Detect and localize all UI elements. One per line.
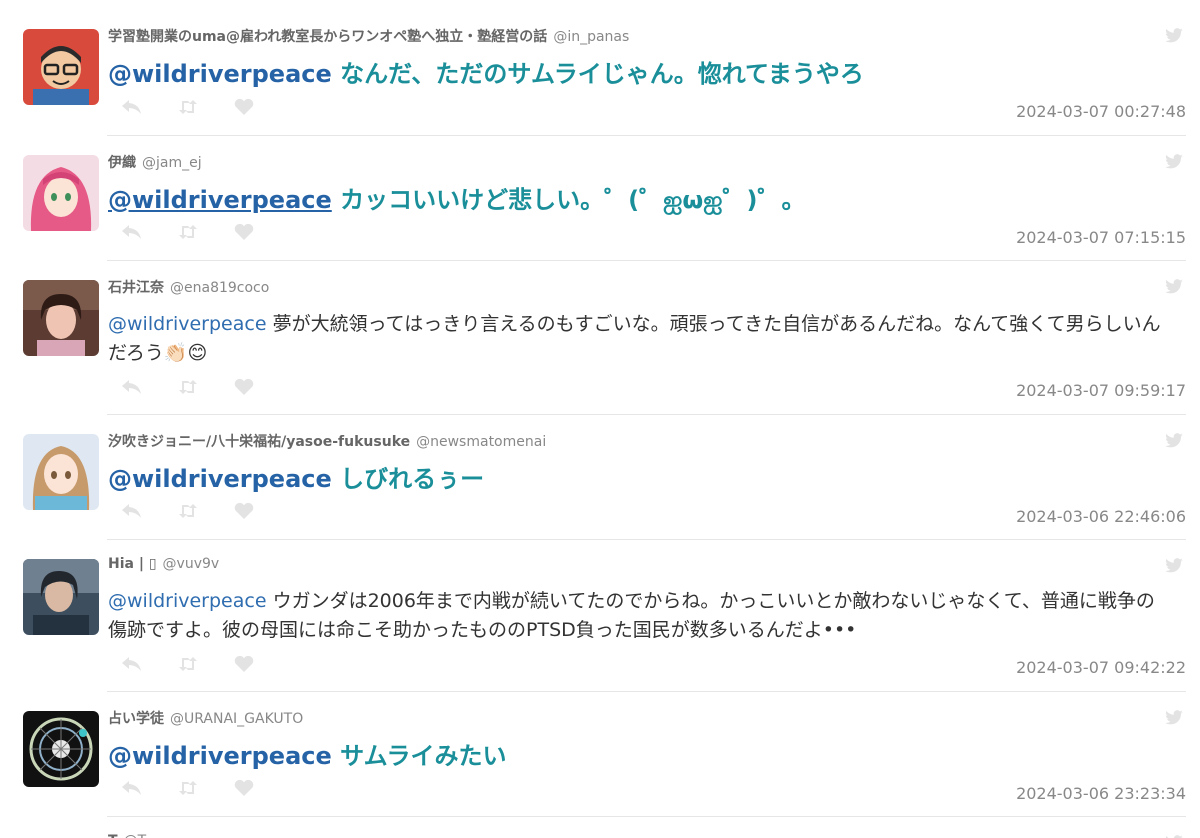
reply-icon[interactable] — [121, 223, 143, 241]
mention-link[interactable]: @wildriverpeace — [108, 465, 332, 493]
timestamp[interactable]: 2024-03-07 00:27:48 — [1016, 102, 1186, 121]
avatar[interactable] — [23, 434, 99, 510]
user-handle[interactable]: @newsmatomenai — [416, 434, 546, 450]
user-name[interactable]: 占い学徒 — [108, 711, 164, 727]
timestamp[interactable]: 2024-03-07 09:59:17 — [1016, 381, 1186, 400]
heart-icon[interactable] — [233, 779, 255, 797]
retweet-icon[interactable] — [177, 223, 199, 241]
heart-icon[interactable] — [233, 223, 255, 241]
reply-icon[interactable] — [121, 655, 143, 673]
timestamp[interactable]: 2024-03-07 09:42:22 — [1016, 658, 1186, 677]
tweet-header: 汐吹きジョニー/八十栄福祐/yasoe-fukusuke @newsmatomen… — [108, 431, 546, 451]
tweet-header: 占い学徒 @URANAI_GAKUTO — [108, 708, 303, 728]
mention-link[interactable]: @wildriverpeace — [108, 590, 267, 612]
tweet-actions — [121, 779, 255, 797]
tweet-actions — [121, 98, 255, 116]
retweet-icon[interactable] — [177, 98, 199, 116]
retweet-icon[interactable] — [177, 378, 199, 396]
reply-icon[interactable] — [121, 502, 143, 520]
tweet-body: サムライみたい — [340, 742, 507, 770]
user-handle[interactable]: @URANAI_GAKUTO — [170, 711, 303, 727]
reply-icon[interactable] — [121, 378, 143, 396]
heart-icon[interactable] — [233, 98, 255, 116]
tweet-text: @wildriverpeace なんだ、ただのサムライじゃん。惚れてまうやろ — [108, 58, 1170, 90]
avatar[interactable] — [23, 559, 99, 635]
user-name[interactable]: 学習塾開業のuma@雇われ教室長からワンオペ塾へ独立・塾経営の話 — [108, 29, 547, 45]
tweet-card: 学習塾開業のuma@雇われ教室長からワンオペ塾へ独立・塾経営の話 @in_pana… — [0, 0, 1200, 136]
timestamp[interactable]: 2024-03-06 22:46:06 — [1016, 507, 1186, 526]
heart-icon[interactable] — [233, 502, 255, 520]
mention-link[interactable]: @wildriverpeace — [108, 60, 332, 88]
tweet-text: @wildriverpeace サムライみたい — [108, 740, 1170, 772]
tweet-feed: 学習塾開業のuma@雇われ教室長からワンオペ塾へ独立・塾経営の話 @in_pana… — [0, 0, 1200, 838]
retweet-icon[interactable] — [177, 655, 199, 673]
user-name[interactable]: T — [108, 833, 118, 838]
tweet-card: 石井江奈 @ena819coco @wildriverpeace 夢が大統領っては… — [0, 251, 1200, 415]
tweet-text: @wildriverpeace しびれるぅー — [108, 463, 1170, 495]
tweet-header: Hia | ▯ @vuv9v — [108, 556, 219, 572]
user-handle[interactable]: @T — [124, 833, 147, 838]
twitter-bird-icon[interactable] — [1164, 710, 1184, 726]
mention-link[interactable]: @wildriverpeace — [108, 742, 332, 770]
avatar[interactable] — [23, 155, 99, 231]
user-name[interactable]: 汐吹きジョニー/八十栄福祐/yasoe-fukusuke — [108, 434, 410, 450]
tweet-card: 伊織 @jam_ej @wildriverpeace カッコいいけど悲しい。゜(゜… — [0, 126, 1200, 261]
heart-icon[interactable] — [233, 378, 255, 396]
user-name[interactable]: Hia | ▯ — [108, 556, 157, 572]
tweet-actions — [121, 655, 255, 673]
retweet-icon[interactable] — [177, 779, 199, 797]
user-handle[interactable]: @vuv9v — [163, 556, 220, 572]
user-handle[interactable]: @in_panas — [553, 29, 629, 45]
mention-link[interactable]: @wildriverpeace — [108, 186, 332, 214]
tweet-actions — [121, 502, 255, 520]
timestamp[interactable]: 2024-03-07 07:15:15 — [1016, 228, 1186, 247]
heart-icon[interactable] — [233, 655, 255, 673]
reply-icon[interactable] — [121, 98, 143, 116]
twitter-bird-icon[interactable] — [1164, 558, 1184, 574]
tweet-actions — [121, 223, 255, 241]
avatar[interactable] — [23, 29, 99, 105]
avatar[interactable] — [23, 711, 99, 787]
tweet-text: @wildriverpeace ウガンダは2006年まで内戦が続いてたのでからね… — [108, 587, 1170, 645]
twitter-bird-icon[interactable] — [1164, 154, 1184, 170]
tweet-actions — [121, 378, 255, 396]
tweet-card-partial: T @T — [0, 807, 1200, 838]
twitter-bird-icon[interactable] — [1164, 433, 1184, 449]
user-name[interactable]: 伊織 — [108, 155, 136, 171]
tweet-header: T @T — [108, 833, 146, 838]
tweet-body: しびれるぅー — [340, 465, 485, 493]
tweet-header: 石井江奈 @ena819coco — [108, 277, 269, 297]
tweet-card: 汐吹きジョニー/八十栄福祐/yasoe-fukusuke @newsmatomen… — [0, 405, 1200, 540]
tweet-card: 占い学徒 @URANAI_GAKUTO @wildriverpeace サムライみ… — [0, 682, 1200, 817]
avatar[interactable] — [23, 280, 99, 356]
tweet-body: カッコいいけど悲しい。゜(゜ஐωஐ゜)゜。 — [340, 186, 806, 214]
mention-link[interactable]: @wildriverpeace — [108, 313, 267, 335]
tweet-text: @wildriverpeace カッコいいけど悲しい。゜(゜ஐωஐ゜)゜。 — [108, 184, 1170, 216]
tweet-header: 学習塾開業のuma@雇われ教室長からワンオペ塾へ独立・塾経営の話 @in_pana… — [108, 26, 629, 46]
tweet-text: @wildriverpeace 夢が大統領ってはっきり言えるのもすごいな。頑張っ… — [108, 310, 1170, 368]
user-handle[interactable]: @ena819coco — [170, 280, 269, 296]
tweet-card: Hia | ▯ @vuv9v @wildriverpeace ウガンダは2006年… — [0, 530, 1200, 692]
retweet-icon[interactable] — [177, 502, 199, 520]
timestamp[interactable]: 2024-03-06 23:23:34 — [1016, 784, 1186, 803]
twitter-bird-icon[interactable] — [1164, 28, 1184, 44]
user-name[interactable]: 石井江奈 — [108, 280, 164, 296]
user-handle[interactable]: @jam_ej — [142, 155, 202, 171]
tweet-body: なんだ、ただのサムライじゃん。惚れてまうやろ — [340, 60, 864, 88]
tweet-header: 伊織 @jam_ej — [108, 152, 202, 172]
reply-icon[interactable] — [121, 779, 143, 797]
twitter-bird-icon[interactable] — [1164, 279, 1184, 295]
